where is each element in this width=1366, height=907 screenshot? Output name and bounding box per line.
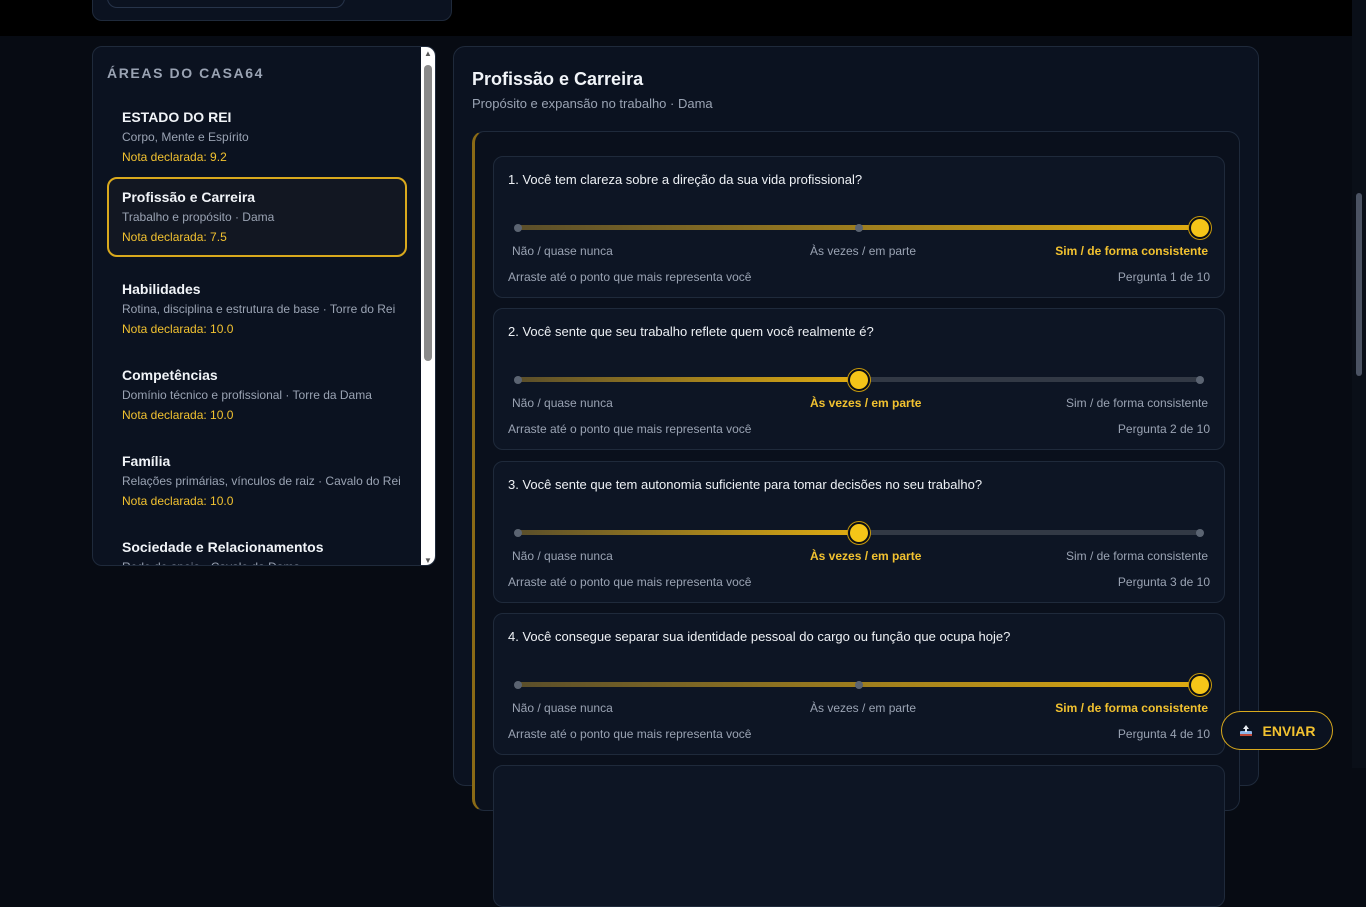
slider-tick-low bbox=[514, 223, 522, 232]
slider-handle[interactable] bbox=[1189, 674, 1211, 696]
area-score: Nota declarada: 10.0 bbox=[122, 494, 234, 508]
question-card: 2. Você sente que seu trabalho reflete q… bbox=[493, 308, 1225, 450]
slider-handle[interactable] bbox=[1189, 217, 1211, 239]
question-text: 4. Você consegue separar sua identidade … bbox=[508, 629, 1011, 644]
area-desc: Domínio técnico e profissional · Torre d… bbox=[122, 388, 372, 402]
send-button[interactable]: ENVIAR bbox=[1221, 711, 1333, 750]
area-item-competencias[interactable]: Competências Domínio técnico e profissio… bbox=[107, 355, 407, 435]
scale-label-low: Não / quase nunca bbox=[512, 701, 613, 715]
question-card: 1. Você tem clareza sobre a direção da s… bbox=[493, 156, 1225, 298]
area-name: Profissão e Carreira bbox=[122, 189, 256, 205]
question-text: 3. Você sente que tem autonomia suficien… bbox=[508, 477, 983, 492]
slider-tick-low bbox=[514, 528, 522, 537]
area-desc: Trabalho e propósito · Dama bbox=[122, 210, 275, 224]
scale-label-mid: Às vezes / em parte bbox=[810, 396, 922, 410]
question-card: 3. Você sente que tem autonomia suficien… bbox=[493, 461, 1225, 603]
answer-slider[interactable] bbox=[514, 369, 1204, 391]
send-button-label: ENVIAR bbox=[1262, 722, 1316, 739]
area-item-habilidades[interactable]: Habilidades Rotina, disciplina e estrutu… bbox=[107, 269, 407, 349]
area-item-familia[interactable]: Família Relações primárias, vínculos de … bbox=[107, 441, 407, 521]
question-text: 2. Você sente que seu trabalho reflete q… bbox=[508, 324, 874, 339]
area-item-profissao-carreira[interactable]: Profissão e Carreira Trabalho e propósit… bbox=[107, 177, 407, 257]
area-name: Competências bbox=[122, 367, 218, 383]
area-score: Nota declarada: 10.0 bbox=[122, 408, 234, 422]
area-item-estado-do-rei[interactable]: ESTADO DO REI Corpo, Mente e Espírito No… bbox=[107, 97, 407, 177]
questions-container: 1. Você tem clareza sobre a direção da s… bbox=[472, 131, 1240, 907]
area-item-sociedade-relacionamentos[interactable]: Sociedade e Relacionamentos Rede de apoi… bbox=[107, 527, 407, 565]
scale-label-high: Sim / de forma consistente bbox=[1065, 549, 1208, 563]
area-desc: Rede de apoio · Cavalo da Dama bbox=[122, 557, 392, 565]
area-score: Nota declarada: 9.2 bbox=[122, 150, 227, 164]
scale-label-low: Não / quase nunca bbox=[512, 549, 613, 563]
slider-fill bbox=[518, 377, 859, 382]
scale-label-high: Sim / de forma consistente bbox=[1065, 396, 1208, 410]
drag-hint: Arraste até o ponto que mais representa … bbox=[508, 422, 752, 436]
answer-slider[interactable] bbox=[514, 217, 1211, 239]
areas-sidebar: ÁREAS DO CASA64 ESTADO DO REI Corpo, Men… bbox=[92, 46, 436, 566]
slider-fill bbox=[518, 530, 859, 535]
question-counter: Pergunta 4 de 10 bbox=[1117, 727, 1210, 741]
question-text: 1. Você tem clareza sobre a direção da s… bbox=[508, 172, 863, 187]
scale-label-low: Não / quase nunca bbox=[512, 244, 613, 258]
area-name: Sociedade e Relacionamentos bbox=[122, 539, 324, 555]
header-input[interactable] bbox=[107, 0, 345, 8]
answer-slider[interactable] bbox=[514, 522, 1204, 544]
scale-label-mid: Às vezes / em parte bbox=[810, 244, 917, 258]
slider-tick-low bbox=[514, 680, 522, 689]
scale-label-mid: Às vezes / em parte bbox=[810, 549, 922, 563]
sidebar-title: ÁREAS DO CASA64 bbox=[107, 65, 265, 81]
slider-tick-high bbox=[1196, 528, 1204, 537]
area-name: Família bbox=[122, 453, 171, 469]
area-name: ESTADO DO REI bbox=[122, 109, 232, 125]
header-card bbox=[92, 0, 452, 21]
slider-handle[interactable] bbox=[848, 369, 870, 391]
question-card bbox=[493, 765, 1225, 907]
slider-handle[interactable] bbox=[848, 522, 870, 544]
page-subtitle: Propósito e expansão no trabalho · Dama bbox=[472, 96, 713, 111]
scale-label-mid: Às vezes / em parte bbox=[810, 701, 917, 715]
question-card: 4. Você consegue separar sua identidade … bbox=[493, 613, 1225, 755]
page-title: Profissão e Carreira bbox=[472, 69, 644, 89]
answer-slider[interactable] bbox=[514, 674, 1211, 696]
page-scroll-thumb[interactable] bbox=[1356, 193, 1362, 376]
area-desc: Corpo, Mente e Espírito bbox=[122, 130, 249, 144]
drag-hint: Arraste até o ponto que mais representa … bbox=[508, 575, 752, 589]
slider-tick-high bbox=[1196, 375, 1204, 384]
top-bar bbox=[0, 0, 1352, 36]
question-counter: Pergunta 1 de 10 bbox=[1117, 270, 1210, 284]
scale-label-low: Não / quase nunca bbox=[512, 396, 613, 410]
scale-label-high: Sim / de forma consistente bbox=[1055, 701, 1208, 715]
area-desc: Relações primárias, vínculos de raiz · C… bbox=[122, 474, 401, 488]
area-score: Nota declarada: 10.0 bbox=[122, 322, 234, 336]
sidebar-scroll-thumb[interactable] bbox=[424, 65, 432, 361]
scroll-down-arrow-icon[interactable]: ▼ bbox=[424, 556, 432, 565]
question-counter: Pergunta 2 de 10 bbox=[1117, 422, 1210, 436]
sidebar-scrollbar[interactable]: ▲ ▼ bbox=[421, 47, 435, 565]
page-scrollbar[interactable] bbox=[1352, 0, 1366, 768]
slider-tick-mid bbox=[855, 223, 863, 232]
slider-tick-low bbox=[514, 375, 522, 384]
area-score: Nota declarada: 7.5 bbox=[122, 230, 227, 244]
question-counter: Pergunta 3 de 10 bbox=[1117, 575, 1210, 589]
slider-tick-mid bbox=[855, 680, 863, 689]
scroll-up-arrow-icon[interactable]: ▲ bbox=[424, 49, 432, 58]
area-name: Habilidades bbox=[122, 281, 201, 297]
area-desc: Rotina, disciplina e estrutura de base ·… bbox=[122, 302, 396, 316]
scale-label-high: Sim / de forma consistente bbox=[1055, 244, 1208, 258]
drag-hint: Arraste até o ponto que mais representa … bbox=[508, 727, 752, 741]
send-tray-icon bbox=[1239, 724, 1252, 736]
areas-list-viewport: ÁREAS DO CASA64 ESTADO DO REI Corpo, Men… bbox=[93, 47, 423, 565]
questionnaire-panel: Profissão e Carreira Propósito e expansã… bbox=[453, 46, 1259, 907]
drag-hint: Arraste até o ponto que mais representa … bbox=[508, 270, 752, 284]
